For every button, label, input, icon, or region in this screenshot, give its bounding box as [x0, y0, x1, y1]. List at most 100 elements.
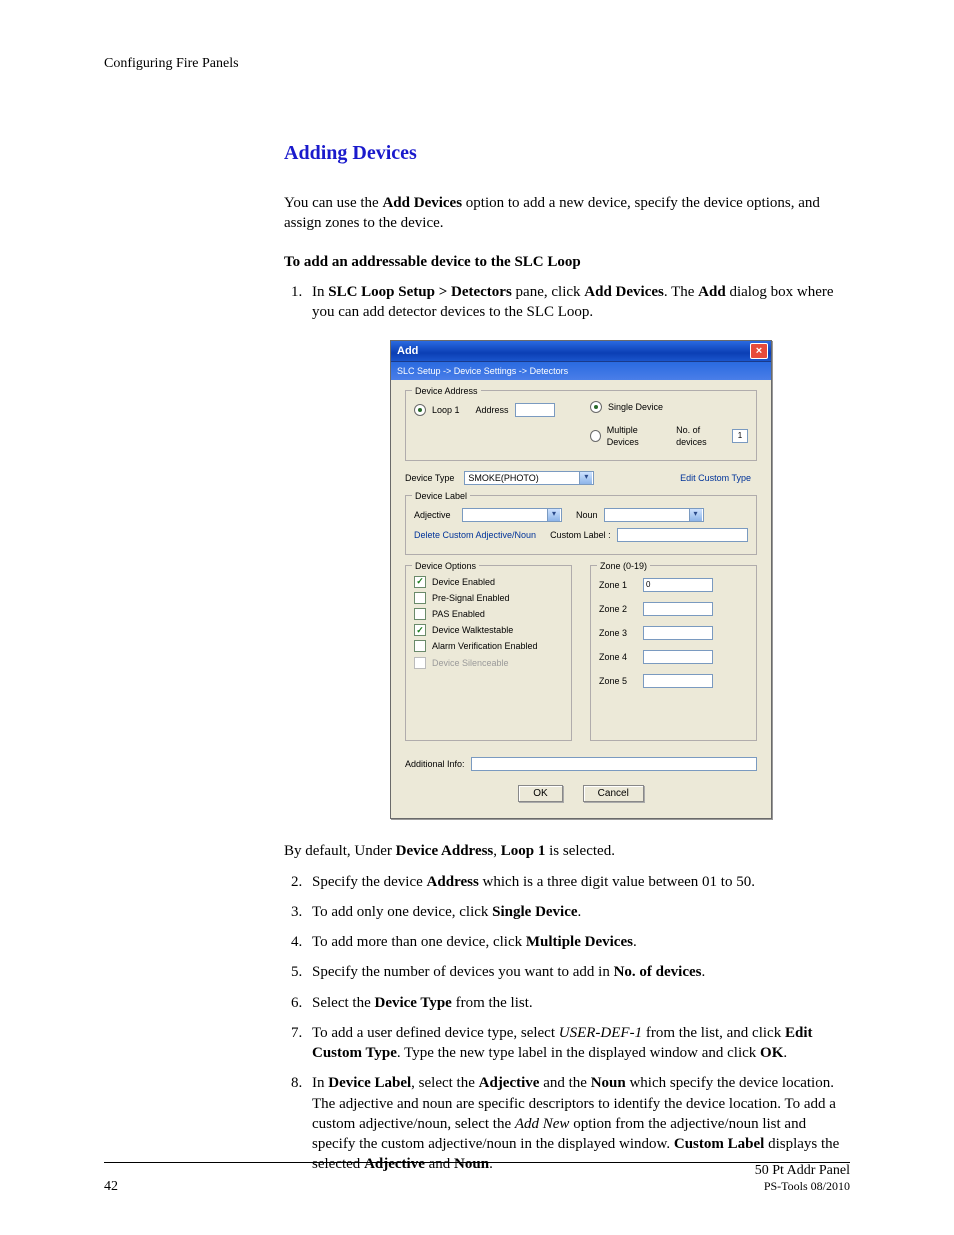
text: . [783, 1045, 787, 1061]
device-type-select[interactable]: SMOKE(PHOTO) ▾ [464, 471, 594, 485]
step-1: In SLC Loop Setup > Detectors pane, clic… [306, 282, 850, 862]
adjective-label: Adjective [414, 509, 456, 521]
group-legend: Zone (0-19) [597, 560, 650, 572]
custom-label-input[interactable] [617, 528, 748, 542]
ok-button[interactable]: OK [518, 785, 562, 803]
page-number: 42 [104, 1179, 118, 1195]
delete-custom-link[interactable]: Delete Custom Adjective/Noun [414, 529, 536, 541]
text-bold: Custom Label [674, 1136, 764, 1152]
zone4-label: Zone 4 [599, 651, 637, 663]
zone3-input[interactable] [643, 626, 713, 640]
step-4: To add more than one device, click Multi… [306, 932, 850, 952]
custom-label-label: Custom Label : [550, 529, 611, 541]
text: To add more than one device, click [312, 934, 526, 950]
walktestable-checkbox[interactable] [414, 624, 426, 636]
single-device-radio[interactable] [590, 401, 602, 413]
footer-right-2: PS-Tools 08/2010 [764, 1179, 850, 1193]
text-bold: Add Devices [382, 195, 462, 211]
noun-select[interactable]: ▾ [604, 508, 704, 522]
section-title: Adding Devices [284, 142, 850, 165]
step-7: To add a user defined device type, selec… [306, 1023, 850, 1064]
text: , select the [411, 1075, 478, 1091]
presignal-checkbox[interactable] [414, 592, 426, 604]
checkbox-label: Device Enabled [432, 576, 495, 588]
device-type-value: SMOKE(PHOTO) [468, 472, 538, 484]
address-input[interactable] [515, 403, 555, 417]
text: pane, click [512, 284, 584, 300]
group-legend: Device Address [412, 385, 481, 397]
chevron-down-icon: ▾ [547, 509, 560, 521]
device-enabled-checkbox[interactable] [414, 576, 426, 588]
default-note: By default, Under Device Address, Loop 1… [284, 841, 850, 861]
address-label: Address [476, 404, 509, 416]
additional-info-input[interactable] [471, 757, 757, 771]
text-bold: Add [698, 284, 726, 300]
device-options-group: Device Options Device Enabled Pre-Signal… [405, 565, 572, 741]
close-icon[interactable]: × [750, 343, 768, 359]
noun-label: Noun [576, 509, 598, 521]
multiple-devices-radio[interactable] [590, 430, 601, 442]
no-devices-input[interactable]: 1 [732, 429, 748, 443]
zone5-label: Zone 5 [599, 675, 637, 687]
text: . The [664, 284, 698, 300]
group-legend: Device Label [412, 490, 470, 502]
text: By default, Under [284, 843, 396, 859]
device-address-group: Device Address Loop 1 Address [405, 390, 757, 460]
page-footer: 42 50 Pt Addr Panel PS-Tools 08/2010 [104, 1163, 850, 1195]
silenceable-checkbox [414, 657, 426, 669]
text-bold: Loop 1 [501, 843, 546, 859]
text: . [702, 964, 706, 980]
step-6: Select the Device Type from the list. [306, 993, 850, 1013]
edit-custom-type-link[interactable]: Edit Custom Type [680, 472, 751, 484]
text-italic: Add New [515, 1116, 570, 1132]
device-type-label: Device Type [405, 472, 454, 484]
footer-right-1: 50 Pt Addr Panel [755, 1163, 850, 1178]
text: . [633, 934, 637, 950]
loop1-label: Loop 1 [432, 404, 460, 416]
text: You can use the [284, 195, 382, 211]
text-italic: USER-DEF-1 [559, 1025, 642, 1041]
text-bold: Device Label [328, 1075, 411, 1091]
text-bold: Device Type [374, 995, 451, 1011]
single-device-label: Single Device [608, 401, 663, 413]
zone2-label: Zone 2 [599, 603, 637, 615]
dialog-breadcrumb: SLC Setup -> Device Settings -> Detector… [391, 361, 771, 380]
loop1-radio[interactable] [414, 404, 426, 416]
group-legend: Device Options [412, 560, 479, 572]
text: Specify the number of devices you want t… [312, 964, 614, 980]
checkbox-label: PAS Enabled [432, 608, 485, 620]
chevron-down-icon: ▾ [579, 472, 592, 484]
dialog-titlebar: Add × [391, 341, 771, 361]
text-bold: Noun [591, 1075, 626, 1091]
checkbox-label: Device Silenceable [432, 657, 509, 669]
adjective-select[interactable]: ▾ [462, 508, 562, 522]
text: . [578, 904, 582, 920]
step-5: Specify the number of devices you want t… [306, 962, 850, 982]
zone4-input[interactable] [643, 650, 713, 664]
cancel-button[interactable]: Cancel [583, 785, 644, 803]
text-bold: Add Devices [584, 284, 664, 300]
zone3-label: Zone 3 [599, 627, 637, 639]
text: To add a user defined device type, selec… [312, 1025, 559, 1041]
zone1-input[interactable]: 0 [643, 578, 713, 592]
zone5-input[interactable] [643, 674, 713, 688]
text-bold: No. of devices [614, 964, 702, 980]
text-bold: Single Device [492, 904, 577, 920]
text-bold: OK [760, 1045, 783, 1061]
procedure-subhead: To add an addressable device to the SLC … [284, 252, 850, 272]
step-3: To add only one device, click Single Dev… [306, 902, 850, 922]
text: Specify the device [312, 874, 427, 890]
text: To add only one device, click [312, 904, 492, 920]
alarm-verify-checkbox[interactable] [414, 640, 426, 652]
text: from the list, and click [642, 1025, 785, 1041]
text-bold: Adjective [479, 1075, 540, 1091]
steps-list: In SLC Loop Setup > Detectors pane, clic… [284, 282, 850, 1175]
text: which is a three digit value between 01 … [479, 874, 755, 890]
zone2-input[interactable] [643, 602, 713, 616]
pas-checkbox[interactable] [414, 608, 426, 620]
checkbox-label: Device Walktestable [432, 624, 513, 636]
text: . Type the new type label in the display… [397, 1045, 760, 1061]
checkbox-label: Pre-Signal Enabled [432, 592, 510, 604]
zone1-label: Zone 1 [599, 579, 637, 591]
step-8: In Device Label, select the Adjective an… [306, 1073, 850, 1174]
